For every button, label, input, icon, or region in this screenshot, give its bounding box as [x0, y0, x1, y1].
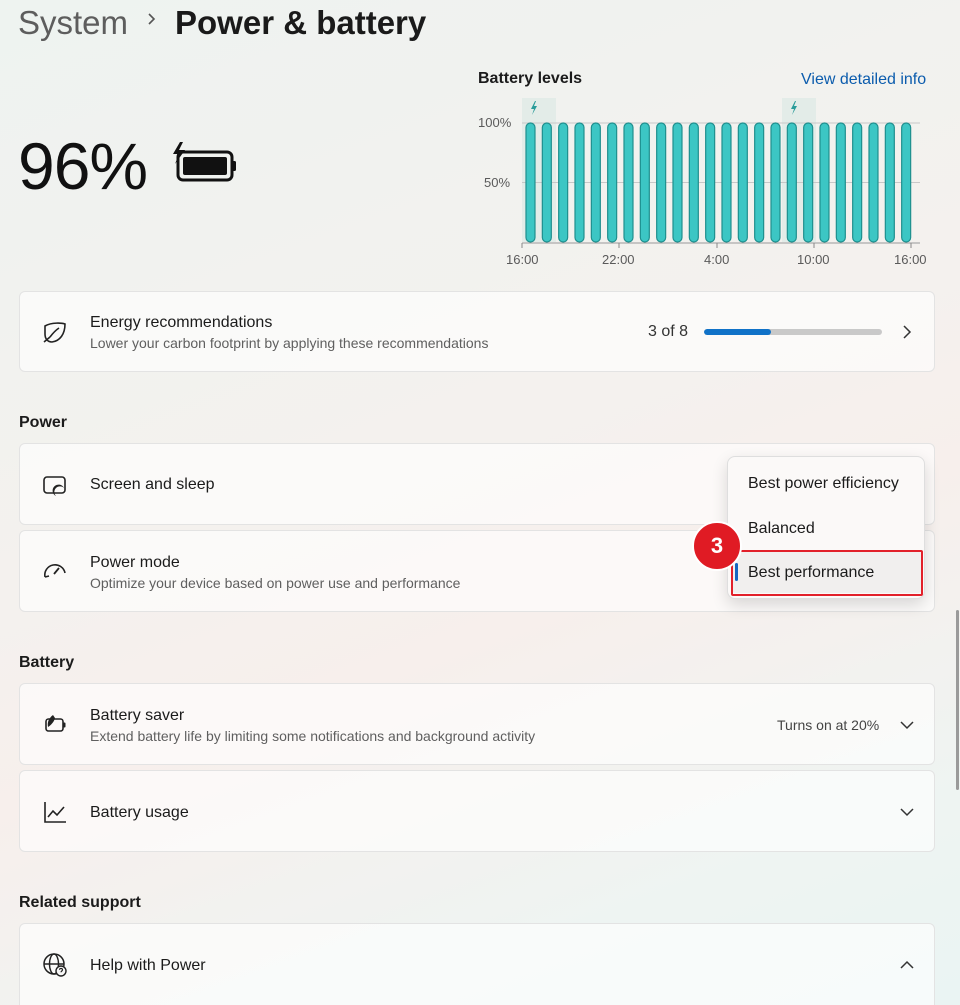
battery-saver-title: Battery saver — [90, 707, 185, 724]
chevron-right-icon — [148, 13, 156, 25]
section-related-support: Related support — [19, 894, 141, 911]
x-tick-label: 16:00 — [894, 252, 927, 267]
battery-bar — [623, 122, 634, 243]
battery-percent: 96% — [18, 129, 148, 203]
step-badge: 3 — [692, 521, 742, 571]
battery-bar — [607, 122, 618, 243]
battery-charging-icon — [173, 142, 236, 182]
page-title: Power & battery — [175, 4, 427, 41]
chart-title: Battery levels — [478, 70, 583, 87]
battery-bar — [672, 122, 683, 243]
chevron-down-icon[interactable] — [900, 718, 914, 732]
energy-progress-bar — [704, 329, 882, 335]
battery-usage-title: Battery usage — [90, 804, 189, 821]
battery-bar — [525, 122, 536, 243]
power-mode-subtitle: Optimize your device based on power use … — [90, 575, 461, 591]
energy-progress-text: 3 of 8 — [648, 323, 689, 340]
leaf-icon — [43, 322, 66, 343]
option-balanced[interactable]: Balanced — [748, 520, 815, 538]
chevron-up-icon[interactable] — [900, 958, 914, 972]
line-chart-icon — [44, 802, 66, 823]
battery-bar — [884, 122, 895, 243]
help-with-power-card[interactable]: Help with Power — [19, 923, 935, 1005]
battery-bar — [754, 122, 765, 243]
globe-help-icon — [43, 953, 67, 977]
x-tick-label: 16:00 — [506, 252, 539, 267]
power-mode-title: Power mode — [90, 554, 180, 571]
section-battery: Battery — [19, 654, 75, 671]
battery-bar — [705, 122, 716, 243]
battery-bar — [541, 122, 552, 243]
battery-bar — [901, 122, 912, 243]
help-with-power-title: Help with Power — [90, 957, 206, 974]
battery-saver-status: Turns on at 20% — [777, 717, 880, 733]
screen-sleep-icon — [43, 476, 66, 496]
speedometer-icon — [44, 564, 66, 578]
energy-subtitle: Lower your carbon footprint by applying … — [90, 335, 489, 351]
highlight-box — [731, 550, 923, 596]
battery-bar — [786, 122, 797, 243]
energy-title: Energy recommendations — [90, 314, 273, 331]
option-best-power-efficiency[interactable]: Best power efficiency — [748, 475, 899, 493]
scrollbar[interactable] — [956, 610, 959, 790]
x-tick-label: 22:00 — [602, 252, 635, 267]
battery-bar — [803, 122, 814, 243]
battery-saver-subtitle: Extend battery life by limiting some not… — [90, 728, 536, 744]
battery-bar — [868, 122, 879, 243]
battery-levels-chart: 100% 50% 16:00 22:00 4:00 10:00 16:00 — [478, 98, 927, 267]
battery-bar — [688, 122, 699, 243]
battery-bar — [656, 122, 667, 243]
battery-usage-card[interactable]: Battery usage — [19, 770, 935, 852]
chevron-down-icon[interactable] — [900, 805, 914, 819]
view-detailed-info-link[interactable]: View detailed info — [801, 71, 926, 89]
battery-bar — [721, 122, 732, 243]
chevron-right-icon — [903, 325, 912, 339]
battery-bar — [558, 122, 569, 243]
battery-bar — [852, 122, 863, 243]
screen-sleep-title: Screen and sleep — [90, 476, 215, 493]
battery-bar — [574, 122, 585, 243]
battery-bar — [835, 122, 846, 243]
battery-bar — [819, 122, 830, 243]
battery-bar — [770, 122, 781, 243]
y-tick-label: 50% — [484, 175, 510, 190]
battery-bar — [737, 122, 748, 243]
battery-bar — [639, 122, 650, 243]
breadcrumb-parent[interactable]: System — [18, 4, 128, 42]
y-tick-label: 100% — [478, 115, 512, 130]
section-power: Power — [19, 414, 68, 431]
x-tick-label: 4:00 — [704, 252, 729, 267]
battery-saver-card[interactable]: Battery saver Extend battery life by lim… — [19, 683, 935, 765]
x-tick-label: 10:00 — [797, 252, 830, 267]
battery-bar — [590, 122, 601, 243]
energy-progress-fill — [704, 329, 771, 335]
battery-saver-icon — [45, 715, 66, 732]
energy-recommendations-card[interactable]: Energy recommendations Lower your carbon… — [19, 291, 935, 372]
